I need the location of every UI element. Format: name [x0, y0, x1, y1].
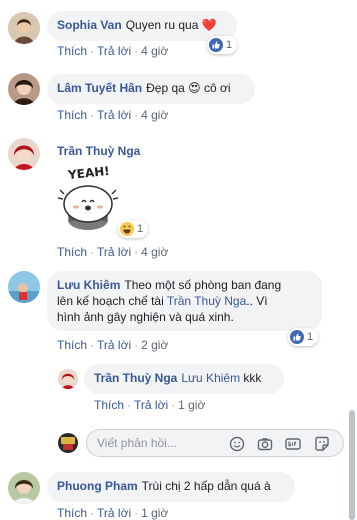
- avatar[interactable]: [8, 138, 40, 170]
- gif-icon[interactable]: [285, 436, 301, 452]
- like-button[interactable]: Thích: [57, 338, 87, 352]
- comment-text: Theo một số phòng ban đang: [124, 278, 282, 292]
- reaction-count: 1: [226, 39, 233, 51]
- heart-emoji: ❤️: [201, 18, 217, 32]
- comment-text: kkk: [243, 371, 262, 385]
- timestamp[interactable]: 1 giờ: [178, 398, 205, 412]
- commenter-name[interactable]: Lưu Khiêm: [57, 278, 120, 292]
- emoji-icon[interactable]: [229, 436, 245, 452]
- timestamp[interactable]: 4 giờ: [141, 44, 168, 58]
- comment-actions: Thích · Trả lời · 4 giờ: [57, 108, 169, 122]
- comment-bubble: Lâm Tuyết Hân Đẹp qa 😍 cô ơi: [47, 74, 255, 104]
- timestamp[interactable]: 4 giờ: [141, 108, 168, 122]
- reply-actions: Thích · Trả lời · 1 giờ: [94, 398, 206, 412]
- comment-text: cô ơi: [204, 81, 231, 95]
- reaction-badge[interactable]: 1: [118, 220, 149, 238]
- avatar[interactable]: [8, 472, 40, 504]
- comment-text: Đẹp qa: [146, 81, 185, 95]
- like-button[interactable]: Thích: [57, 108, 87, 122]
- reply-button[interactable]: Trả lời: [134, 398, 168, 412]
- timestamp[interactable]: 1 giờ: [141, 506, 168, 520]
- avatar[interactable]: [8, 271, 40, 303]
- reaction-count: 1: [137, 223, 144, 235]
- reaction-badge[interactable]: 1: [207, 36, 238, 54]
- comment-bubble: Lưu Khiêm Theo một số phòng ban đang lên …: [47, 271, 322, 331]
- mention-link[interactable]: Trần Thuỳ Nga: [167, 294, 246, 308]
- reply-button[interactable]: Trả lời: [97, 338, 131, 352]
- commenter-name[interactable]: Trần Thuỳ Nga: [57, 144, 140, 158]
- heart-eyes-emoji: 😍: [188, 81, 201, 95]
- comment-bubble: Sophia Van Quyen ru qua ❤️: [47, 11, 237, 41]
- avatar[interactable]: [58, 369, 78, 389]
- comment-text: lên kế hoạch chế tài: [57, 294, 164, 308]
- comment-bubble: Phuong Pham Trùi chị 2 hấp dẫn quá à: [47, 472, 295, 502]
- reply-button[interactable]: Trả lời: [97, 108, 131, 122]
- reply-composer[interactable]: [86, 429, 344, 457]
- reply-input[interactable]: [97, 435, 227, 451]
- sticker-icon[interactable]: [314, 436, 330, 452]
- reply-button[interactable]: Trả lời: [97, 506, 131, 520]
- like-button[interactable]: Thích: [57, 245, 87, 259]
- comment-text: .. Vì: [246, 294, 268, 308]
- timestamp[interactable]: 4 giờ: [141, 245, 168, 259]
- reply-bubble: Trần Thuỳ Nga Lưu Khiêm kkk: [84, 364, 284, 394]
- reaction-count: 1: [307, 331, 314, 343]
- reaction-badge[interactable]: 1: [288, 328, 319, 346]
- like-button[interactable]: Thích: [57, 44, 87, 58]
- comment-text: Trùi chị 2 hấp dẫn quá à: [141, 479, 271, 493]
- reply-button[interactable]: Trả lời: [97, 44, 131, 58]
- comment-actions: Thích · Trả lời · 4 giờ: [57, 44, 169, 58]
- commenter-name[interactable]: Lâm Tuyết Hân: [57, 81, 142, 95]
- like-button[interactable]: Thích: [57, 506, 87, 520]
- avatar[interactable]: [8, 12, 40, 44]
- comment-text: Quyen ru qua: [125, 18, 199, 32]
- comment-actions: Thích · Trả lời · 2 giờ: [57, 338, 169, 352]
- mention-link[interactable]: Lưu Khiêm: [181, 371, 240, 385]
- commenter-name[interactable]: Trần Thuỳ Nga: [94, 371, 177, 385]
- yeah-sticker: YEAH!: [52, 162, 124, 234]
- timestamp[interactable]: 2 giờ: [141, 338, 168, 352]
- commenter-name[interactable]: Sophia Van: [57, 18, 122, 32]
- scrollbar[interactable]: [349, 410, 355, 520]
- comment-text: hình ảnh gây nghiện và quá xinh.: [57, 310, 234, 324]
- current-user-avatar: [58, 433, 78, 453]
- comment-actions: Thích · Trả lời · 1 giờ: [57, 506, 169, 520]
- camera-icon[interactable]: [257, 436, 273, 452]
- comment-actions: Thích · Trả lời · 4 giờ: [57, 245, 169, 259]
- avatar[interactable]: [8, 73, 40, 105]
- reply-button[interactable]: Trả lời: [97, 245, 131, 259]
- like-icon: [209, 38, 223, 52]
- like-icon: [290, 330, 304, 344]
- haha-icon: [120, 222, 134, 236]
- commenter-name[interactable]: Phuong Pham: [57, 479, 138, 493]
- like-button[interactable]: Thích: [94, 398, 124, 412]
